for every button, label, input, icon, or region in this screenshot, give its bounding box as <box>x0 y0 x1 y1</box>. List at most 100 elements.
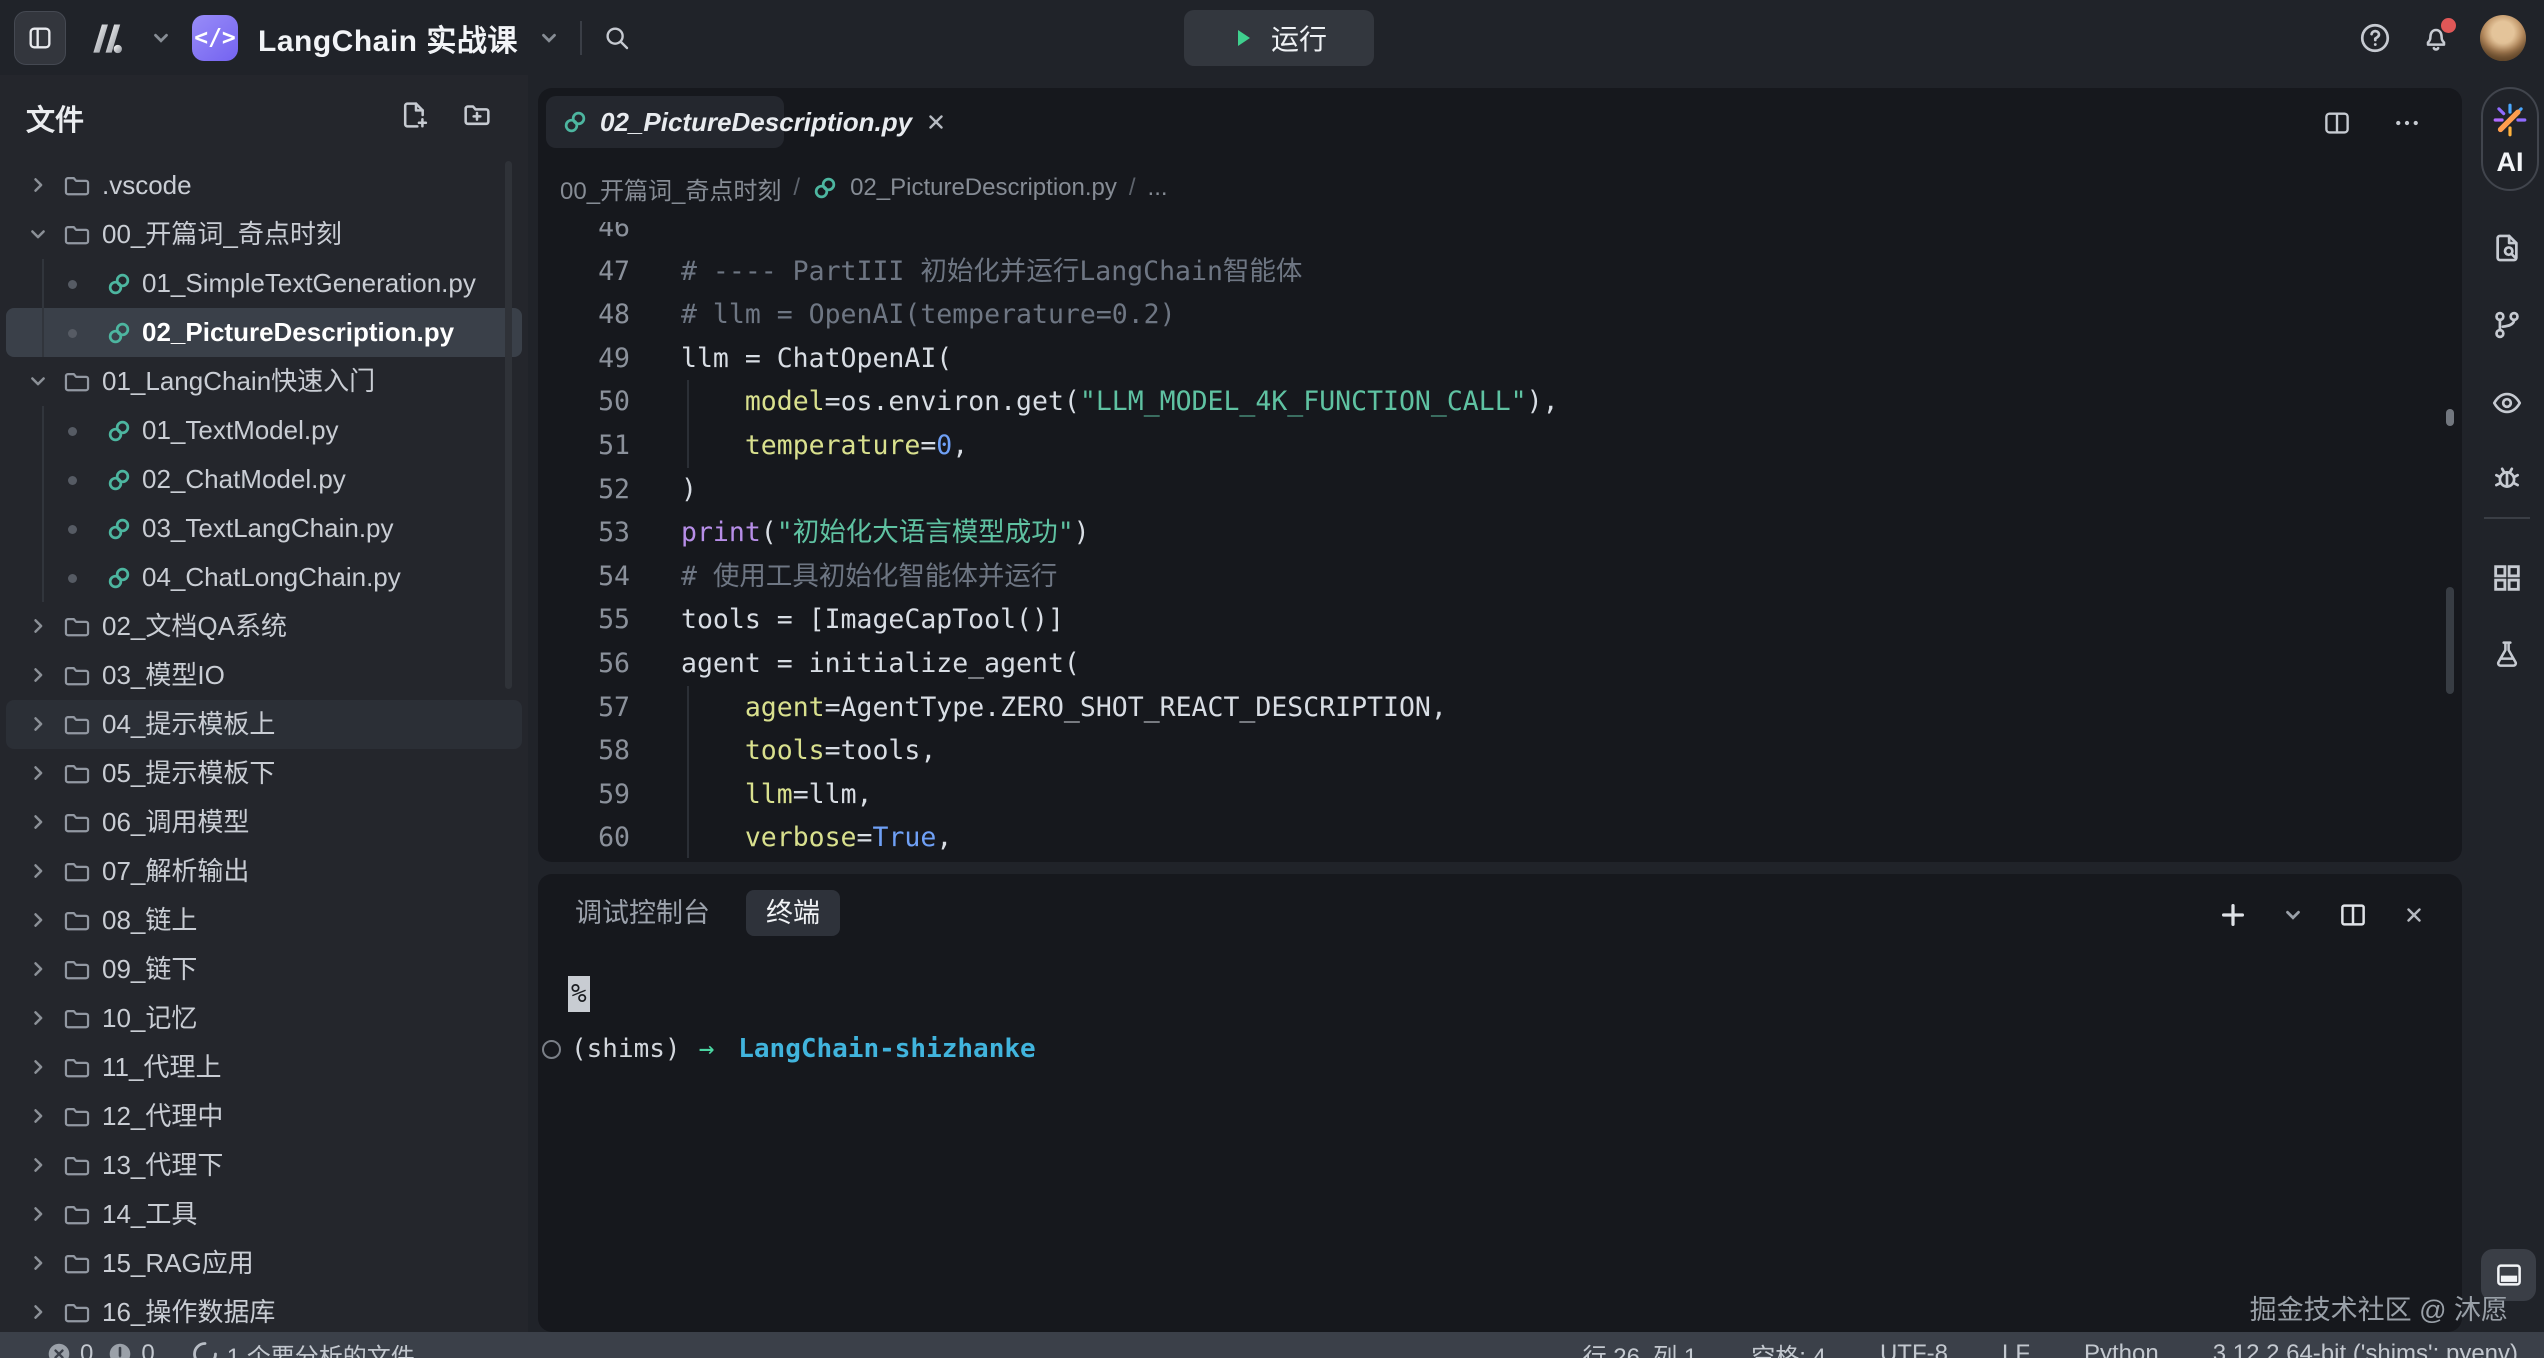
error-count[interactable]: 0 <box>46 1340 93 1358</box>
code-line[interactable]: 49llm = ChatOpenAI( <box>538 337 2442 381</box>
notifications-button[interactable] <box>2420 22 2452 54</box>
code-editor[interactable]: 4647# ---- PartIII 初始化并运行LangChain智能体48#… <box>538 222 2442 858</box>
tree-folder-item[interactable]: 15_RAG应用 <box>6 1239 522 1288</box>
tree-folder-item[interactable]: 03_模型IO <box>6 651 522 700</box>
code-line[interactable]: 58 tools=tools, <box>538 729 2442 773</box>
chevron-right-icon[interactable] <box>28 957 48 981</box>
help-icon[interactable] <box>2358 21 2392 55</box>
tree-file-item[interactable]: 02_PictureDescription.py <box>6 308 522 357</box>
tree-folder-item[interactable]: 04_提示模板上 <box>6 700 522 749</box>
tree-folder-item[interactable]: 05_提示模板下 <box>6 749 522 798</box>
editor-tab[interactable]: 02_PictureDescription.py <box>546 96 784 148</box>
status-item[interactable]: UTF-8 <box>1880 1340 1948 1358</box>
warning-count[interactable]: 0 <box>107 1340 154 1358</box>
breadcrumb-folder[interactable]: 00_开篇词_奇点时刻 <box>560 171 781 206</box>
code-line[interactable]: 46 <box>538 222 2442 250</box>
tree-folder-item[interactable]: 00_开篇词_奇点时刻 <box>6 210 522 259</box>
extensions-grid-icon[interactable] <box>2490 561 2524 595</box>
tree-folder-item[interactable]: 11_代理上 <box>6 1043 522 1092</box>
close-tab-icon[interactable] <box>924 110 948 134</box>
terminal-dropdown-icon[interactable] <box>2282 904 2304 926</box>
code-line[interactable]: 60 verbose=True, <box>538 816 2442 858</box>
code-line[interactable]: 55tools = [ImageCapTool()] <box>538 598 2442 642</box>
tree-folder-item[interactable]: .vscode <box>6 161 522 210</box>
tree-file-item[interactable]: 01_SimpleTextGeneration.py <box>6 259 522 308</box>
status-item[interactable]: Python <box>2084 1340 2159 1358</box>
analysis-status[interactable]: 1 个要分析的文件 <box>191 1337 415 1358</box>
chevron-down-icon[interactable] <box>28 369 48 393</box>
code-line[interactable]: 52) <box>538 468 2442 512</box>
project-badge-icon[interactable]: </> <box>192 15 238 61</box>
tree-folder-item[interactable]: 10_记忆 <box>6 994 522 1043</box>
chevron-right-icon[interactable] <box>28 663 48 687</box>
chevron-right-icon[interactable] <box>28 712 48 736</box>
chevron-right-icon[interactable] <box>28 173 48 197</box>
new-file-button[interactable] <box>398 99 430 131</box>
status-item[interactable]: 3.12.2 64-bit ('shims': pyenv) <box>2213 1340 2518 1358</box>
new-terminal-button[interactable] <box>2218 900 2248 930</box>
editor-scrollbar-thumb[interactable] <box>2446 587 2454 694</box>
tree-file-item[interactable]: 04_ChatLongChain.py <box>6 553 522 602</box>
code-line[interactable]: 47# ---- PartIII 初始化并运行LangChain智能体 <box>538 250 2442 294</box>
code-line[interactable]: 53print("初始化大语言模型成功") <box>538 511 2442 555</box>
code-line[interactable]: 51 temperature=0, <box>538 424 2442 468</box>
workspace-logo[interactable] <box>86 19 130 57</box>
chevron-right-icon[interactable] <box>28 908 48 932</box>
tree-folder-item[interactable]: 07_解析输出 <box>6 847 522 896</box>
chevron-down-icon[interactable] <box>28 222 48 246</box>
search-icon[interactable] <box>602 23 632 53</box>
git-branch-icon[interactable] <box>2490 308 2524 342</box>
tree-folder-item[interactable]: 06_调用模型 <box>6 798 522 847</box>
tree-file-item[interactable]: 03_TextLangChain.py <box>6 504 522 553</box>
chevron-right-icon[interactable] <box>28 761 48 785</box>
bug-icon[interactable] <box>2490 461 2524 495</box>
chevron-right-icon[interactable] <box>28 1006 48 1030</box>
tree-folder-item[interactable]: 02_文档QA系统 <box>6 602 522 651</box>
ai-assistant-button[interactable]: AI <box>2481 87 2539 191</box>
new-folder-button[interactable] <box>460 99 494 131</box>
tree-file-item[interactable]: 01_TextModel.py <box>6 406 522 455</box>
run-button[interactable]: 运行 <box>1184 10 1374 66</box>
tree-folder-item[interactable]: 09_链下 <box>6 945 522 994</box>
split-editor-icon[interactable] <box>2322 108 2352 138</box>
avatar[interactable] <box>2480 15 2526 61</box>
close-panel-icon[interactable] <box>2402 903 2426 927</box>
tree-file-item[interactable]: 02_ChatModel.py <box>6 455 522 504</box>
chevron-right-icon[interactable] <box>28 1055 48 1079</box>
tab-debug-console[interactable]: 调试控制台 <box>555 890 730 936</box>
tree-folder-item[interactable]: 08_链上 <box>6 896 522 945</box>
terminal[interactable]: % (shims) → LangChain-shizhanke <box>538 970 2462 1332</box>
chevron-right-icon[interactable] <box>28 614 48 638</box>
chevron-right-icon[interactable] <box>28 1251 48 1275</box>
status-item[interactable]: 空格: 4 <box>1751 1337 1826 1358</box>
test-flask-icon[interactable] <box>2491 637 2523 671</box>
status-item[interactable]: 行 26, 列 1 <box>1583 1337 1698 1358</box>
tab-terminal[interactable]: 终端 <box>746 890 840 936</box>
tree-folder-item[interactable]: 13_代理下 <box>6 1141 522 1190</box>
chevron-down-icon[interactable] <box>150 27 172 49</box>
chevron-right-icon[interactable] <box>28 810 48 834</box>
chevron-right-icon[interactable] <box>28 1153 48 1177</box>
sidebar-scrollbar[interactable] <box>505 161 512 689</box>
chevron-right-icon[interactable] <box>28 859 48 883</box>
chevron-right-icon[interactable] <box>28 1202 48 1226</box>
project-title[interactable]: LangChain 实战课 <box>258 16 518 60</box>
breadcrumb-file[interactable]: 02_PictureDescription.py <box>850 174 1117 202</box>
tree-folder-item[interactable]: 01_LangChain快速入门 <box>6 357 522 406</box>
code-line[interactable]: 57 agent=AgentType.ZERO_SHOT_REACT_DESCR… <box>538 686 2442 730</box>
tree-folder-item[interactable]: 12_代理中 <box>6 1092 522 1141</box>
chevron-down-icon[interactable] <box>538 27 560 49</box>
tree-folder-item[interactable]: 14_工具 <box>6 1190 522 1239</box>
breadcrumb-more[interactable]: ... <box>1148 174 1168 202</box>
eye-icon[interactable] <box>2489 386 2525 420</box>
editor-scroll-marker[interactable] <box>2446 409 2454 426</box>
code-line[interactable]: 56agent = initialize_agent( <box>538 642 2442 686</box>
more-actions-icon[interactable] <box>2392 108 2422 138</box>
code-line[interactable]: 50 model=os.environ.get("LLM_MODEL_4K_FU… <box>538 380 2442 424</box>
chevron-right-icon[interactable] <box>28 1300 48 1324</box>
chevron-right-icon[interactable] <box>28 1104 48 1128</box>
code-line[interactable]: 54# 使用工具初始化智能体并运行 <box>538 555 2442 599</box>
tree-folder-item[interactable]: 16_操作数据库 <box>6 1288 522 1332</box>
code-line[interactable]: 48# llm = OpenAI(temperature=0.2) <box>538 293 2442 337</box>
status-item[interactable]: LF <box>2002 1340 2030 1358</box>
